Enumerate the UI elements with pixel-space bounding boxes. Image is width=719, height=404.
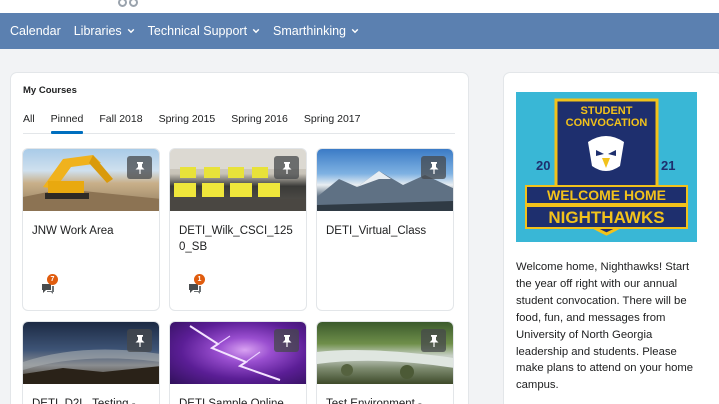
nav-libraries-label: Libraries (73, 24, 122, 38)
course-image (317, 149, 453, 211)
nav-libraries[interactable]: Libraries (74, 24, 135, 38)
pin-icon (135, 334, 144, 347)
nav-smarthinking[interactable]: Smarthinking (273, 24, 359, 38)
course-image (170, 322, 306, 384)
course-card[interactable]: DETI_Wilk_CSCI_1250_SB 1 (169, 148, 307, 311)
course-title: JNW Work Area (32, 225, 114, 237)
headline-2: NIGHTHAWKS (548, 208, 664, 227)
course-card[interactable]: DETI Sample Online (169, 321, 307, 404)
notification-count-badge: 7 (47, 274, 58, 285)
pin-button[interactable] (421, 329, 446, 352)
pin-button[interactable] (274, 156, 299, 179)
course-image (23, 149, 159, 211)
nav-technical-support[interactable]: Technical Support (148, 24, 260, 38)
my-courses-panel: My Courses All Pinned Fall 2018 Spring 2… (11, 73, 468, 404)
course-card[interactable]: DETI_Virtual_Class (316, 148, 454, 311)
course-title: DETI_Virtual_Class (326, 225, 427, 237)
year-right: 21 (661, 158, 675, 173)
course-title: DETI_Wilk_CSCI_1250_SB (179, 225, 293, 253)
pin-icon (282, 161, 291, 174)
course-title: DETI Sample Online (179, 398, 284, 404)
pin-button[interactable] (421, 156, 446, 179)
tab-spring-2015[interactable]: Spring 2015 (159, 112, 216, 133)
discussion-notification[interactable]: 7 (41, 274, 61, 298)
convocation-banner[interactable]: STUDENT CONVOCATION 20 21 WELCOME HOME N… (516, 92, 697, 242)
tab-spring-2016[interactable]: Spring 2016 (231, 112, 288, 133)
nav-calendar-label: Calendar (10, 24, 61, 38)
banner-line-1: STUDENT (581, 105, 633, 117)
announcement-text: Welcome home, Nighthawks! Start the year… (516, 261, 694, 392)
tab-fall-2018[interactable]: Fall 2018 (99, 112, 142, 133)
headline-1: WELCOME HOME (547, 187, 666, 203)
discussion-notification[interactable]: 1 (188, 274, 208, 298)
chevron-down-icon (127, 28, 134, 34)
announcement-panel: STUDENT CONVOCATION 20 21 WELCOME HOME N… (504, 73, 719, 404)
course-tabs: All Pinned Fall 2018 Spring 2015 Spring … (23, 112, 455, 134)
top-header-strip (0, 0, 719, 13)
logo-fragment (118, 0, 148, 7)
panel-title: My Courses (23, 85, 77, 96)
main-navbar: Calendar Libraries Technical Support Sma… (0, 13, 719, 49)
pin-icon (282, 334, 291, 347)
tab-spring-2017[interactable]: Spring 2017 (304, 112, 361, 133)
year-left: 20 (536, 158, 550, 173)
pin-button[interactable] (274, 329, 299, 352)
pin-icon (429, 334, 438, 347)
chevron-down-icon (252, 28, 260, 34)
course-title: DETI_D2L_Testing - (32, 398, 136, 404)
chevron-down-icon (351, 28, 359, 34)
pin-icon (135, 161, 144, 174)
course-image (23, 322, 159, 384)
pin-button[interactable] (127, 156, 152, 179)
pin-button[interactable] (127, 329, 152, 352)
nighthawks-shield-logo: STUDENT CONVOCATION 20 21 WELCOME HOME N… (525, 98, 688, 236)
course-card[interactable]: Test Environment - (316, 321, 454, 404)
course-card[interactable]: DETI_D2L_Testing - (22, 321, 160, 404)
tab-pinned[interactable]: Pinned (50, 112, 83, 134)
nav-technical-support-label: Technical Support (147, 24, 248, 38)
banner-line-2: CONVOCATION (566, 117, 648, 129)
course-card[interactable]: JNW Work Area 7 (22, 148, 160, 311)
nav-calendar[interactable]: Calendar (10, 24, 61, 38)
notification-count-badge: 1 (194, 274, 205, 285)
tab-all[interactable]: All (23, 112, 35, 133)
course-title: Test Environment - (326, 398, 422, 404)
pin-icon (429, 161, 438, 174)
course-image (170, 149, 306, 211)
nav-smarthinking-label: Smarthinking (273, 24, 346, 38)
course-image (317, 322, 453, 384)
